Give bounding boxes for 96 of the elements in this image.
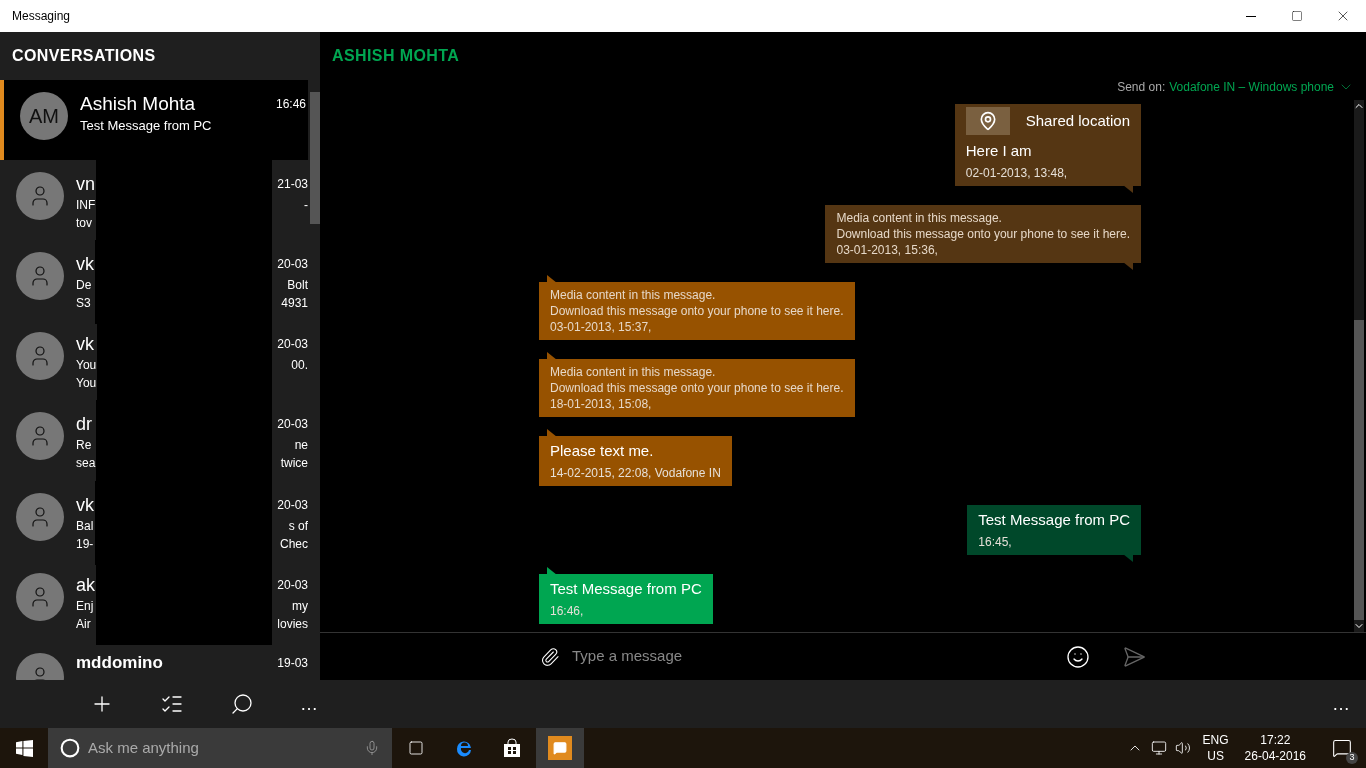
sim-selector[interactable]: Vodafone IN – Windows phone	[1169, 78, 1354, 96]
more-button[interactable]: …	[300, 690, 318, 718]
message-meta: 02-01-2013, 13:48,	[965, 165, 1069, 181]
language-indicator[interactable]: ENG US	[1202, 732, 1229, 764]
message-preview: twice	[280, 455, 308, 473]
message-preview: You	[76, 357, 97, 375]
message-preview: 00.	[291, 357, 308, 375]
message-icon	[553, 741, 567, 755]
windows-icon	[15, 739, 33, 757]
conversation-item[interactable]: vk Bal 19- 20-03 s of Chec	[0, 480, 308, 561]
action-center-button[interactable]: 3	[1322, 728, 1362, 768]
message-meta: 03-01-2013, 15:36,	[836, 242, 939, 258]
message-preview: Re	[76, 437, 93, 455]
message-preview: You	[76, 375, 97, 393]
conversation-item[interactable]: AM Ashish Mohta 16:46 Test Message from PC	[0, 80, 308, 161]
message-meta: 18-01-2013, 15:08,	[550, 396, 653, 412]
message-time: 20-03	[277, 496, 308, 514]
message-text: Download this message onto your phone to see it here.	[550, 303, 844, 319]
message-time: 20-03	[277, 576, 308, 594]
message-preview: tov	[76, 215, 93, 233]
attachment-label: Shared location	[1025, 110, 1130, 131]
sidebar-title: CONVERSATIONS	[11, 46, 157, 66]
notification-badge: 3	[1346, 752, 1358, 764]
message-preview: Enj	[76, 597, 95, 615]
scrollbar[interactable]	[1354, 100, 1364, 632]
message-text: Test Message from PC	[550, 579, 702, 599]
message-preview: Air	[76, 615, 92, 633]
avatar: AM	[20, 92, 68, 140]
message-meta: 03-01-2013, 15:37,	[550, 319, 653, 335]
message-meta: 16:45,	[978, 534, 1013, 550]
contact-name: vk	[76, 253, 94, 277]
message-time: 20-03	[277, 416, 308, 434]
message-time: 19-03	[277, 654, 308, 672]
window-title: Messaging	[11, 8, 72, 24]
message-preview: lovies	[277, 615, 308, 633]
message-preview: INF	[76, 197, 96, 215]
message-text: Media content in this message.	[550, 287, 717, 303]
message-meta: 14-02-2015, 22:08, Vodafone IN	[550, 465, 721, 481]
network-icon[interactable]	[1150, 740, 1167, 756]
contact-name: vn	[76, 173, 96, 197]
send-on-label: Send on:	[1117, 79, 1166, 96]
message-time: 21-03	[277, 176, 308, 194]
send-icon[interactable]	[1122, 644, 1146, 669]
message-preview: 19-	[76, 535, 94, 553]
contact-title: ASHISH MOHTA	[331, 46, 461, 66]
conversation-item[interactable]: dr Re sea 20-03 ne twice	[0, 400, 308, 481]
conversation-item[interactable]: ak Enj Air 20-03 my lovies	[0, 560, 308, 641]
contact-name: ak	[76, 573, 95, 597]
message-text: Media content in this message.	[550, 364, 717, 380]
message-preview: -	[304, 197, 308, 215]
contact-name: mddomino	[76, 652, 163, 674]
location-thumbnail[interactable]	[965, 107, 1010, 135]
message-preview: Bolt	[287, 277, 308, 295]
contact-name: dr	[76, 413, 93, 437]
message-preview: Test Message from PC	[80, 117, 213, 135]
message-text: Download this message onto your phone to see it here.	[836, 226, 1130, 242]
message-preview: my	[292, 597, 308, 615]
message-preview: sea	[76, 455, 96, 473]
emoji-icon[interactable]	[1066, 644, 1090, 669]
message-preview: De	[76, 277, 93, 295]
mic-icon[interactable]	[364, 740, 380, 756]
contact-name: vk	[76, 493, 94, 517]
cortana-icon	[60, 738, 80, 758]
search-icon[interactable]	[230, 692, 254, 716]
message-preview: S3	[76, 295, 92, 313]
scrollbar[interactable]	[310, 92, 320, 224]
minimize-icon	[1246, 15, 1256, 17]
store-icon	[502, 738, 522, 758]
message-text: Media content in this message.	[836, 210, 1003, 226]
task-view-icon	[408, 740, 424, 756]
message-text: Test Message from PC	[978, 510, 1130, 530]
more-button[interactable]: …	[1332, 690, 1350, 718]
message-text: Please text me.	[550, 441, 655, 461]
contact-name: Ashish Mohta	[80, 92, 196, 116]
message-text: Here I am	[965, 141, 1033, 161]
message-preview: ne	[294, 437, 308, 455]
contact-name: vk	[76, 333, 95, 357]
message-preview: s of	[288, 517, 308, 535]
attach-icon[interactable]	[540, 646, 560, 667]
restore-icon	[1291, 10, 1303, 22]
message-preview: Chec	[280, 535, 308, 553]
clock[interactable]: 17:22 26-04-2016	[1244, 732, 1306, 764]
messaging-button[interactable]	[536, 728, 584, 768]
message-time: 20-03	[277, 336, 308, 354]
message-meta: 16:46,	[550, 603, 585, 619]
notification-icon	[1332, 738, 1352, 758]
conversation-item[interactable]: vk De S3 20-03 Bolt 4931	[0, 240, 308, 321]
message-preview: 4931	[281, 295, 308, 313]
search-box[interactable]: Ask me anything	[48, 728, 392, 768]
message-text: Download this message onto your phone to see it here.	[550, 380, 844, 396]
search-field[interactable]: Ask me anything	[88, 736, 356, 760]
message-input[interactable]: Type a message	[572, 645, 1054, 668]
message-preview: Bal	[76, 517, 94, 535]
message-time: 20-03	[277, 256, 308, 274]
message-time: 16:46	[275, 96, 306, 112]
volume-icon[interactable]	[1174, 740, 1191, 756]
